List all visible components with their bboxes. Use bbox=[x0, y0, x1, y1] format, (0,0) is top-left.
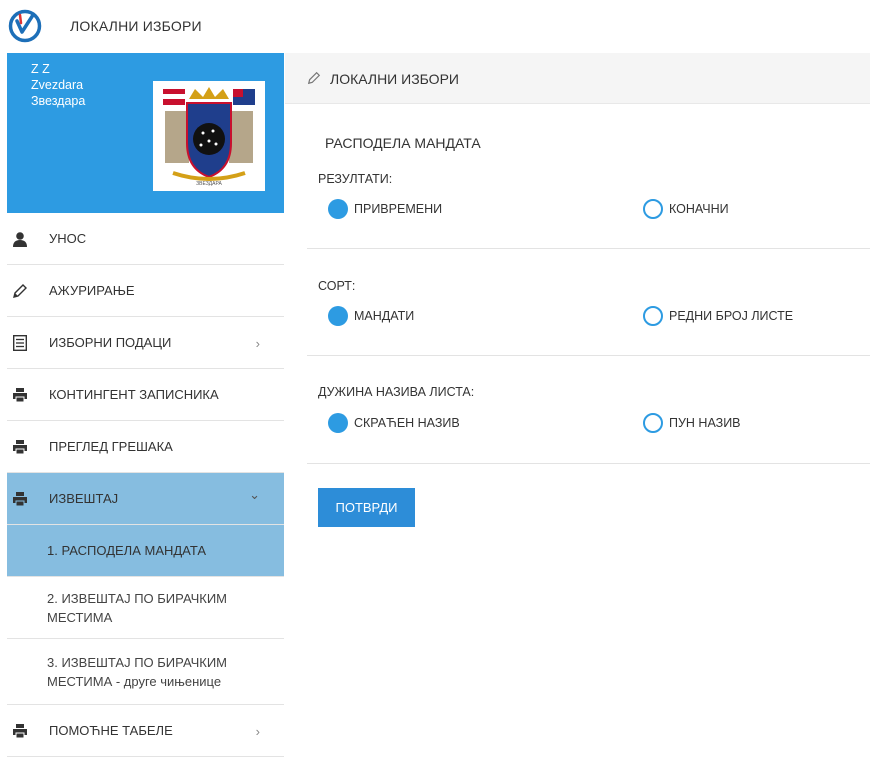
sidebar-item-label: КОНТИНГЕНТ ЗАПИСНИКА bbox=[49, 387, 219, 402]
sidebar-menu: УНОС АЖУРИРАЊЕ ИЗБОРНИ ПОДАЦИ › КОНТИНГЕ… bbox=[7, 213, 284, 757]
sidebar-item-pomocne-tabele[interactable]: ПОМОЋНЕ ТАБЕЛЕ › bbox=[7, 705, 284, 757]
radio-redni-broj-liste[interactable]: РЕДНИ БРОЈ ЛИСТЕ bbox=[643, 306, 793, 326]
sort-label: СОРТ: bbox=[318, 279, 356, 293]
radio-unchecked-icon bbox=[643, 306, 663, 326]
radio-unchecked-icon bbox=[643, 199, 663, 219]
printer-icon bbox=[11, 386, 29, 404]
printer-icon bbox=[11, 722, 29, 740]
name-length-label: ДУЖИНА НАЗИВА ЛИСТА: bbox=[318, 385, 475, 399]
panel-title: РАСПОДЕЛА МАНДАТА bbox=[325, 135, 481, 151]
pencil-icon bbox=[11, 282, 29, 300]
profile-municipality-cyrillic: Звездара bbox=[31, 94, 86, 108]
divider bbox=[307, 463, 870, 464]
sidebar-item-izborni-podaci[interactable]: ИЗБОРНИ ПОДАЦИ › bbox=[7, 317, 284, 369]
subitem-text: 3. ИЗВЕШТАЈ ПО БИРАЧКИМ МЕСТИМА - друге … bbox=[47, 654, 228, 689]
sidebar-item-label: ПРЕГЛЕД ГРЕШАКА bbox=[49, 439, 173, 454]
pencil-icon bbox=[307, 71, 321, 88]
radio-checked-icon bbox=[328, 413, 348, 433]
printer-icon bbox=[11, 438, 29, 456]
profile-initials: Z Z bbox=[31, 62, 50, 76]
sidebar-subitem-izvestaj-druge-cinjenice[interactable]: 3. ИЗВЕШТАЈ ПО БИРАЧКИМ МЕСТИМА - друге … bbox=[7, 639, 284, 705]
profile-info: Z Z Zvezdara Звездара bbox=[31, 61, 85, 109]
user-icon bbox=[11, 230, 29, 248]
radio-privremeni[interactable]: ПРИВРЕМЕНИ bbox=[328, 199, 442, 219]
sidebar-subitem-izvestaj-po-birackim-mestima[interactable]: 2. ИЗВЕШТАЈ ПО БИРАЧКИМ МЕСТИМА bbox=[7, 577, 284, 639]
radio-konacni[interactable]: КОНАЧНИ bbox=[643, 199, 729, 219]
results-label: РЕЗУЛТАТИ: bbox=[318, 172, 393, 186]
radio-unchecked-icon bbox=[643, 413, 663, 433]
radio-checked-icon bbox=[328, 199, 348, 219]
radio-checked-icon bbox=[328, 306, 348, 326]
top-bar: ЛОКАЛНИ ИЗБОРИ bbox=[0, 0, 870, 53]
app-title: ЛОКАЛНИ ИЗБОРИ bbox=[70, 18, 202, 34]
municipality-crest: ЗВЕЗДАРА bbox=[153, 81, 265, 191]
radio-skracen-naziv[interactable]: СКРАЋЕН НАЗИВ bbox=[328, 413, 460, 433]
user-profile: Z Z Zvezdara Звездара ЗВЕЗДАРА bbox=[7, 53, 284, 213]
chevron-down-icon: ⌄ bbox=[249, 487, 260, 502]
crest-caption: ЗВЕЗДАРА bbox=[196, 181, 222, 187]
sidebar-item-label: ИЗБОРНИ ПОДАЦИ bbox=[49, 335, 172, 350]
chevron-right-icon: › bbox=[255, 336, 260, 351]
election-logo-icon[interactable] bbox=[8, 9, 42, 43]
sidebar-item-azuriranje[interactable]: АЖУРИРАЊЕ bbox=[7, 265, 284, 317]
sidebar-item-label: АЖУРИРАЊЕ bbox=[49, 283, 135, 298]
radio-mandati[interactable]: МАНДАТИ bbox=[328, 306, 414, 326]
confirm-button[interactable]: ПОТВРДИ bbox=[318, 488, 415, 527]
content-header-title: ЛОКАЛНИ ИЗБОРИ bbox=[330, 71, 459, 87]
sidebar-item-label: ПОМОЋНЕ ТАБЕЛЕ bbox=[49, 723, 173, 738]
list-icon bbox=[11, 334, 29, 352]
subitem-text: 2. ИЗВЕШТАЈ ПО БИРАЧКИМ МЕСТИМА bbox=[47, 590, 228, 625]
sidebar-item-izvestaj[interactable]: ИЗВЕШТАЈ ⌄ bbox=[7, 473, 284, 525]
sidebar-item-unos[interactable]: УНОС bbox=[7, 213, 284, 265]
divider bbox=[307, 355, 870, 356]
sidebar-item-pregled-gresaka[interactable]: ПРЕГЛЕД ГРЕШАКА bbox=[7, 421, 284, 473]
sidebar-subitem-raspodela-mandata[interactable]: 1. РАСПОДЕЛА МАНДАТА bbox=[7, 525, 284, 577]
sidebar-item-kontingent[interactable]: КОНТИНГЕНТ ЗАПИСНИКА bbox=[7, 369, 284, 421]
chevron-right-icon: › bbox=[255, 724, 260, 739]
divider bbox=[307, 248, 870, 249]
profile-municipality-latin: Zvezdara bbox=[31, 78, 84, 92]
radio-pun-naziv[interactable]: ПУН НАЗИВ bbox=[643, 413, 741, 433]
sidebar: Z Z Zvezdara Звездара ЗВЕЗДАРА УНОС АЖУР… bbox=[7, 53, 284, 761]
sidebar-item-label: УНОС bbox=[49, 231, 87, 246]
content-header: ЛОКАЛНИ ИЗБОРИ bbox=[285, 53, 870, 104]
printer-icon bbox=[11, 490, 29, 508]
